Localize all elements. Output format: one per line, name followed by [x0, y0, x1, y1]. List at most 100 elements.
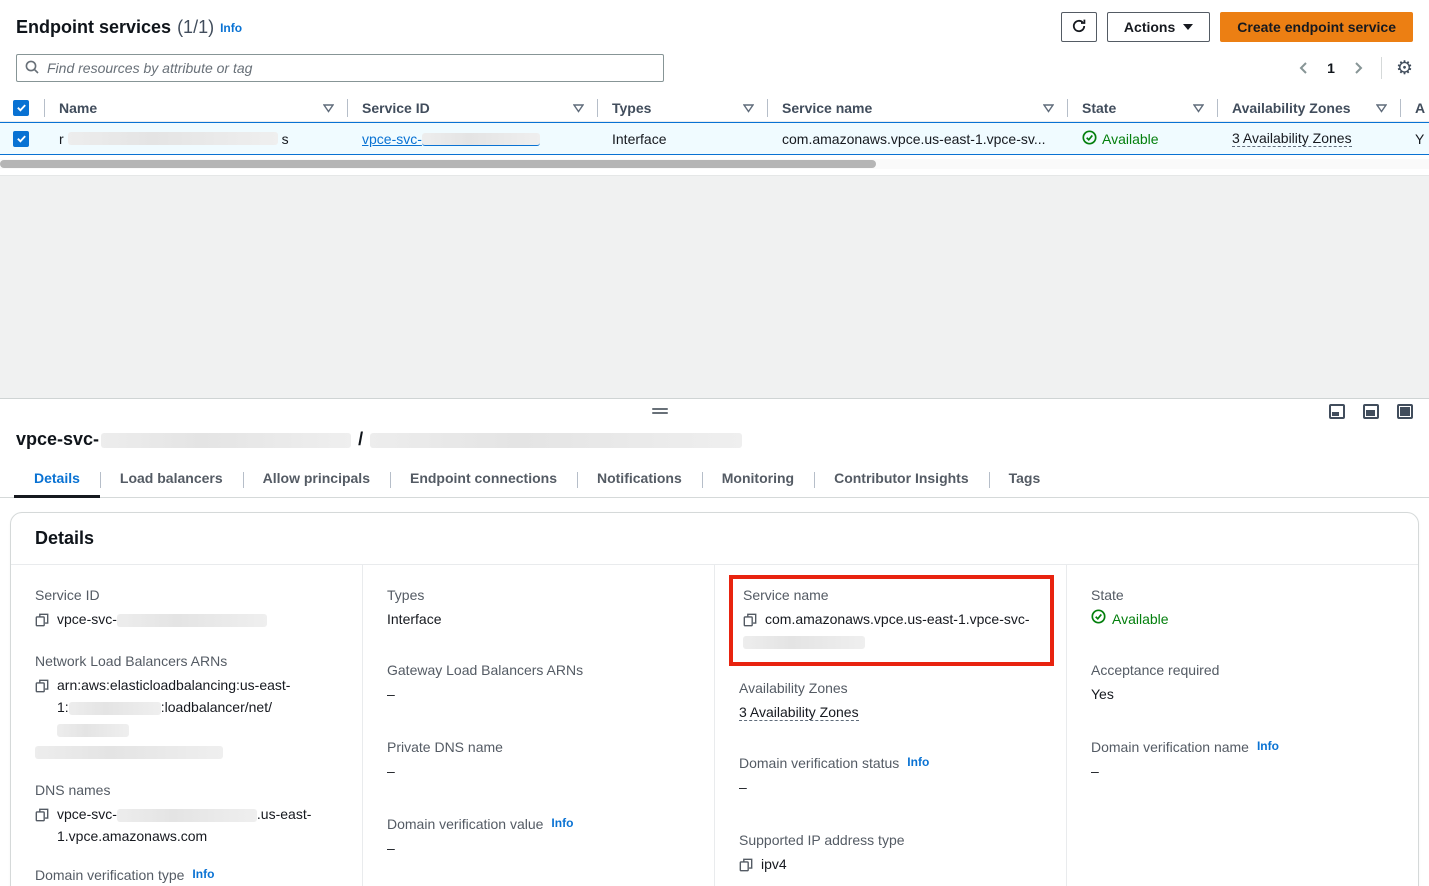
annotation-highlight-box: Service name com.amazonaws.vpce.us-east-… — [729, 575, 1054, 666]
column-header-service-id[interactable]: Service ID — [348, 94, 598, 121]
redacted-panel-service-name — [370, 433, 742, 448]
panel-size-half-icon[interactable] — [1363, 404, 1379, 419]
panel-title: vpce-svc- / — [0, 399, 1429, 450]
availability-zones-popover-trigger[interactable]: 3 Availability Zones — [739, 704, 859, 721]
availability-zones-popover-trigger[interactable]: 3 Availability Zones — [1232, 130, 1352, 147]
panel-size-small-icon[interactable] — [1329, 404, 1345, 419]
tab-contributor-insights[interactable]: Contributor Insights — [814, 466, 989, 497]
column-label-availability-zones: Availability Zones — [1232, 100, 1351, 116]
info-link[interactable]: Info — [1257, 739, 1279, 753]
panel-tabs: Details Load balancers Allow principals … — [0, 466, 1429, 498]
filter-icon[interactable] — [743, 100, 754, 116]
horizontal-scrollbar-thumb[interactable] — [0, 160, 876, 168]
drag-handle-icon[interactable] — [652, 408, 668, 416]
row-state-cell: Available — [1068, 123, 1218, 154]
service-id-value-prefix: vpce-svc- — [57, 611, 117, 627]
row-select-cell — [0, 123, 45, 154]
info-link[interactable]: Info — [220, 21, 242, 35]
chevron-left-icon[interactable] — [1295, 59, 1313, 77]
row-availability-zones-cell: 3 Availability Zones — [1218, 123, 1401, 154]
state-label: State — [1091, 587, 1394, 603]
panel-size-full-icon[interactable] — [1397, 404, 1413, 419]
panel-title-separator: / — [358, 429, 363, 449]
filter-icon[interactable] — [573, 100, 584, 116]
row-partial-value: Y — [1415, 131, 1424, 147]
redacted-lb-name — [57, 724, 129, 737]
copy-icon[interactable] — [35, 806, 49, 828]
row-checkbox[interactable] — [13, 131, 29, 147]
filter-icon[interactable] — [1193, 100, 1204, 116]
column-label-types: Types — [612, 100, 651, 116]
info-link[interactable]: Info — [551, 816, 573, 830]
filter-icon[interactable] — [1376, 100, 1387, 116]
create-endpoint-service-button[interactable]: Create endpoint service — [1220, 12, 1413, 42]
row-state-value: Available — [1102, 131, 1159, 147]
details-card-heading: Details — [11, 513, 1418, 565]
actions-button-label: Actions — [1124, 19, 1175, 35]
copy-icon[interactable] — [35, 611, 49, 633]
tab-load-balancers[interactable]: Load balancers — [100, 466, 243, 497]
resource-count: (1/1) — [177, 17, 214, 38]
page-header: Endpoint services (1/1) Info Actions Cre… — [0, 0, 1429, 42]
column-label-state: State — [1082, 100, 1116, 116]
column-header-service-name[interactable]: Service name — [768, 94, 1068, 121]
column-label-partial: A — [1415, 100, 1425, 116]
gear-icon[interactable]: ⚙ — [1396, 59, 1413, 78]
column-header-partial: A — [1401, 94, 1429, 121]
availability-zones-label: Availability Zones — [739, 680, 1042, 696]
pagination: 1 ⚙ — [1295, 57, 1413, 79]
column-label-service-id: Service ID — [362, 100, 430, 116]
column-header-name[interactable]: Name — [45, 94, 348, 121]
page-number[interactable]: 1 — [1323, 60, 1339, 76]
service-id-link[interactable]: vpce-svc- — [362, 131, 540, 147]
tab-endpoint-connections[interactable]: Endpoint connections — [390, 466, 577, 497]
field-domain-verification-name: Domain verification name Info – — [1091, 739, 1394, 782]
panel-size-controls — [1329, 404, 1413, 419]
table-row[interactable]: r s vpce-svc- Interface com.amazonaws.vp… — [0, 122, 1429, 155]
refresh-button[interactable] — [1061, 12, 1097, 42]
field-domain-verification-status: Domain verification status Info – — [739, 755, 1042, 798]
actions-button[interactable]: Actions — [1107, 12, 1210, 42]
search-icon — [24, 59, 40, 78]
column-header-state[interactable]: State — [1068, 94, 1218, 121]
details-column-2: Types Interface Gateway Load Balancers A… — [362, 565, 714, 886]
copy-icon[interactable] — [35, 677, 49, 699]
select-all-checkbox[interactable] — [13, 100, 29, 116]
filter-icon[interactable] — [1043, 100, 1054, 116]
redacted-dns-id — [117, 809, 257, 822]
tab-details[interactable]: Details — [14, 466, 100, 497]
chevron-right-icon[interactable] — [1349, 59, 1367, 77]
filter-icon[interactable] — [323, 100, 334, 116]
tab-allow-principals[interactable]: Allow principals — [243, 466, 390, 497]
service-name-label: Service name — [743, 587, 1040, 603]
tab-tags[interactable]: Tags — [989, 466, 1061, 497]
private-dns-name-value: – — [387, 760, 690, 782]
domain-verification-value-label: Domain verification value — [387, 816, 543, 832]
dns-value-a: vpce-svc- — [57, 806, 117, 822]
details-card: Details Service ID vpce-svc- N — [10, 512, 1419, 886]
service-name-value-prefix: com.amazonaws.vpce.us-east-1.vpce-svc- — [765, 611, 1030, 627]
details-column-4: State Available Acceptance required Yes — [1066, 565, 1418, 886]
info-link[interactable]: Info — [192, 867, 214, 881]
column-header-types[interactable]: Types — [598, 94, 768, 121]
field-acceptance-required: Acceptance required Yes — [1091, 662, 1394, 705]
column-header-availability-zones[interactable]: Availability Zones — [1218, 94, 1401, 121]
copy-icon[interactable] — [743, 611, 757, 633]
row-name-cell: r s — [45, 123, 348, 154]
tab-monitoring[interactable]: Monitoring — [702, 466, 814, 497]
tab-notifications[interactable]: Notifications — [577, 466, 702, 497]
field-availability-zones: Availability Zones 3 Availability Zones — [739, 680, 1042, 723]
row-name-suffix: s — [282, 131, 289, 147]
tab-monitoring-label: Monitoring — [722, 470, 794, 486]
empty-background-area — [0, 176, 1429, 398]
endpoint-services-list-section: Endpoint services (1/1) Info Actions Cre… — [0, 0, 1429, 176]
horizontal-scrollbar — [0, 159, 1429, 169]
gateway-lb-arns-value: – — [387, 683, 690, 705]
check-circle-icon — [1091, 608, 1106, 630]
info-link[interactable]: Info — [907, 755, 929, 769]
field-gateway-lb-arns: Gateway Load Balancers ARNs – — [387, 662, 690, 705]
private-dns-name-label: Private DNS name — [387, 739, 690, 755]
search-input[interactable] — [16, 54, 664, 82]
row-types-value: Interface — [612, 131, 666, 147]
copy-icon[interactable] — [739, 856, 753, 878]
